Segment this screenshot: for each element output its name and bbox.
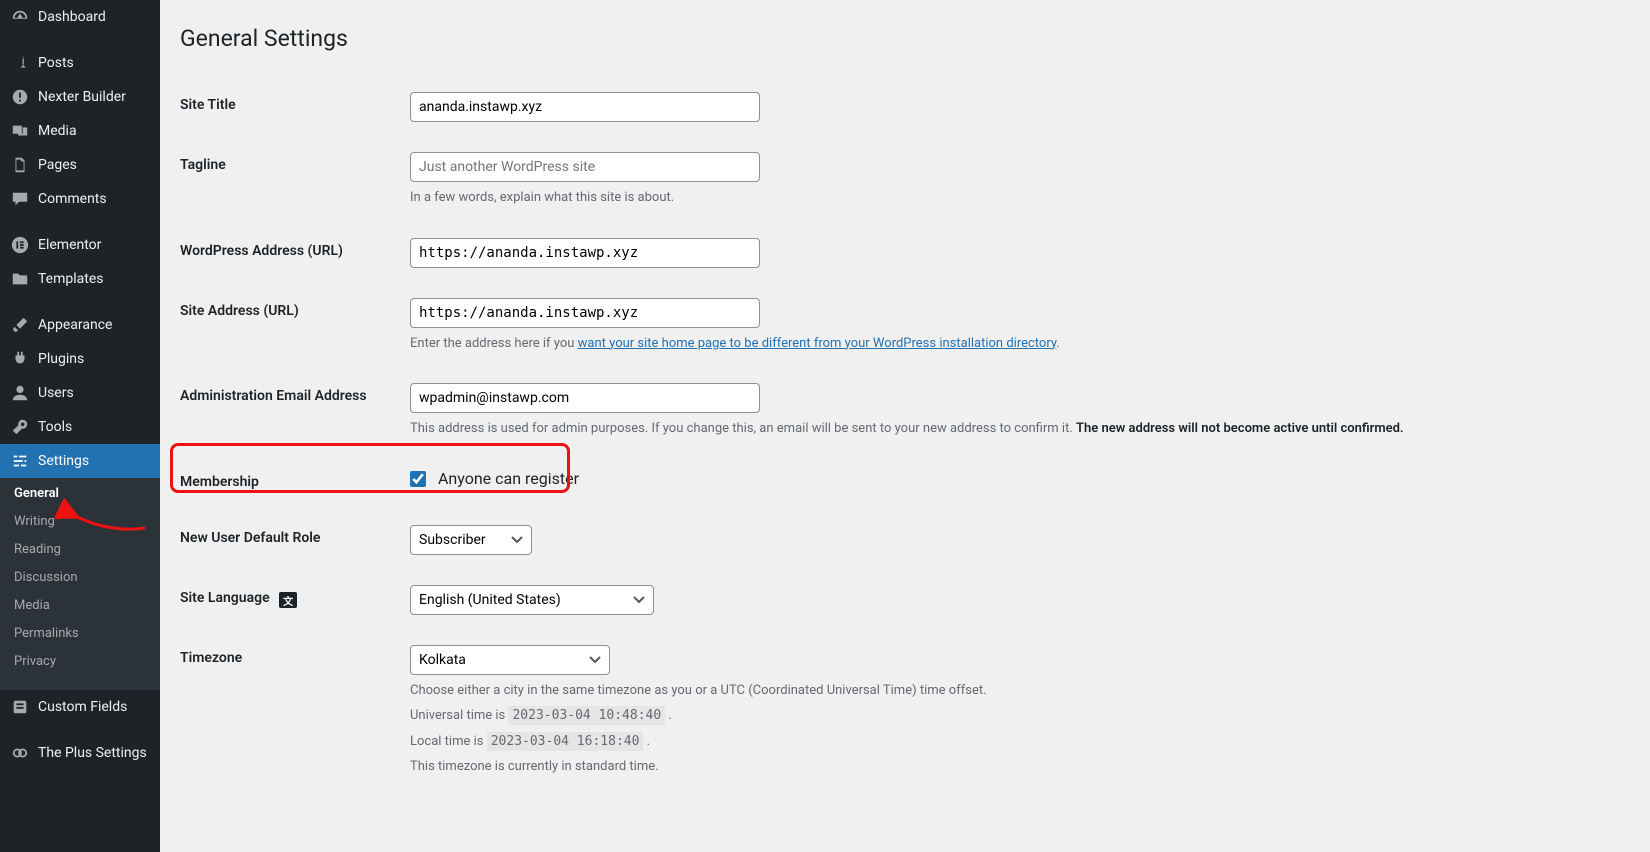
submenu-item-media[interactable]: Media	[0, 598, 160, 626]
row-site-title: Site Title	[180, 77, 1630, 137]
sidebar-item-label: Posts	[38, 55, 74, 71]
sliders-icon	[10, 451, 30, 471]
label-membership: Membership	[180, 454, 400, 510]
sidebar-item-label: Settings	[38, 453, 89, 469]
sidebar-item-nexter-builder[interactable]: Nexter Builder	[0, 80, 160, 114]
link-site-address-help[interactable]: want your site home page to be different…	[578, 336, 1057, 351]
sidebar-item-elementor[interactable]: Elementor	[0, 228, 160, 262]
user-icon	[10, 383, 30, 403]
comment-icon	[10, 189, 30, 209]
desc-universal-time: Universal time is 2023-03-04 10:48:40 .	[410, 706, 1620, 726]
sidebar-item-label: Custom Fields	[38, 699, 127, 715]
checkbox-anyone-can-register-wrap[interactable]: Anyone can register	[410, 469, 579, 488]
input-wp-address[interactable]	[410, 238, 760, 268]
sidebar-item-label: Plugins	[38, 351, 84, 367]
label-admin-email: Administration Email Address	[180, 368, 400, 454]
submenu-item-privacy[interactable]: Privacy	[0, 654, 160, 682]
sidebar-item-label: Comments	[38, 191, 107, 207]
sidebar-item-label: Appearance	[38, 317, 112, 333]
label-timezone: Timezone	[180, 630, 400, 792]
label-default-role: New User Default Role	[180, 510, 400, 570]
row-timezone: Timezone Kolkata Choose either a city in…	[180, 630, 1630, 792]
folder-icon	[10, 269, 30, 289]
sidebar-item-appearance[interactable]: Appearance	[0, 308, 160, 342]
label-site-title: Site Title	[180, 77, 400, 137]
input-site-address[interactable]	[410, 298, 760, 328]
select-default-role[interactable]: Subscriber	[410, 525, 532, 555]
sidebar-item-label: Dashboard	[38, 9, 106, 25]
sidebar-item-templates[interactable]: Templates	[0, 262, 160, 296]
sidebar-item-dashboard[interactable]: Dashboard	[0, 0, 160, 34]
sidebar-item-custom-fields[interactable]: Custom Fields	[0, 690, 160, 724]
elementor-icon	[10, 235, 30, 255]
row-admin-email: Administration Email Address This addres…	[180, 368, 1630, 454]
row-wp-address: WordPress Address (URL)	[180, 223, 1630, 283]
dashboard-icon	[10, 7, 30, 27]
label-wp-address: WordPress Address (URL)	[180, 223, 400, 283]
label-tagline: Tagline	[180, 137, 400, 223]
sidebar-item-label: Pages	[38, 157, 77, 173]
sidebar-item-the-plus-settings[interactable]: The Plus Settings	[0, 736, 160, 770]
submenu-item-permalinks[interactable]: Permalinks	[0, 626, 160, 654]
label-site-address: Site Address (URL)	[180, 283, 400, 369]
box-icon	[10, 697, 30, 717]
wrench-icon	[10, 417, 30, 437]
plus-icon	[10, 743, 30, 763]
sidebar-item-users[interactable]: Users	[0, 376, 160, 410]
sidebar-item-label: Users	[38, 385, 74, 401]
label-site-language: Site Language 文	[180, 570, 400, 630]
sidebar-item-plugins[interactable]: Plugins	[0, 342, 160, 376]
submenu-item-writing[interactable]: Writing	[0, 514, 160, 542]
submenu-item-reading[interactable]: Reading	[0, 542, 160, 570]
row-site-address: Site Address (URL) Enter the address her…	[180, 283, 1630, 369]
row-membership: Membership Anyone can register	[180, 454, 1630, 510]
sidebar-item-label: Media	[38, 123, 77, 139]
page-title: General Settings	[180, 25, 1630, 52]
sidebar-item-label: The Plus Settings	[38, 745, 147, 761]
row-tagline: Tagline In a few words, explain what thi…	[180, 137, 1630, 223]
sidebar-item-label: Tools	[38, 419, 72, 435]
sidebar-item-pages[interactable]: Pages	[0, 148, 160, 182]
select-timezone[interactable]: Kolkata	[410, 645, 610, 675]
bang-icon	[10, 87, 30, 107]
sidebar-item-label: Templates	[38, 271, 104, 287]
admin-sidebar: Dashboard Posts Nexter Builder Media Pages Co…	[0, 0, 160, 852]
submenu-item-general[interactable]: General	[0, 486, 160, 514]
input-site-title[interactable]	[410, 92, 760, 122]
row-default-role: New User Default Role Subscriber	[180, 510, 1630, 570]
input-admin-email[interactable]	[410, 383, 760, 413]
checkbox-anyone-can-register[interactable]	[410, 471, 426, 487]
desc-timezone: Choose either a city in the same timezon…	[410, 681, 1620, 701]
desc-tagline: In a few words, explain what this site i…	[410, 188, 1620, 208]
page-icon	[10, 155, 30, 175]
sidebar-item-label: Nexter Builder	[38, 89, 126, 105]
sidebar-item-media[interactable]: Media	[0, 114, 160, 148]
translate-icon: 文	[279, 592, 297, 608]
input-tagline[interactable]	[410, 152, 760, 182]
desc-local-time: Local time is 2023-03-04 16:18:40 .	[410, 732, 1620, 752]
media-icon	[10, 121, 30, 141]
desc-admin-email: This address is used for admin purposes.…	[410, 419, 1620, 439]
row-site-language: Site Language 文 English (United States)	[180, 570, 1630, 630]
plug-icon	[10, 349, 30, 369]
sidebar-item-tools[interactable]: Tools	[0, 410, 160, 444]
pin-icon	[10, 53, 30, 73]
brush-icon	[10, 315, 30, 335]
submenu-item-discussion[interactable]: Discussion	[0, 570, 160, 598]
desc-site-address: Enter the address here if you want your …	[410, 334, 1620, 354]
sidebar-item-comments[interactable]: Comments	[0, 182, 160, 216]
select-site-language[interactable]: English (United States)	[410, 585, 654, 615]
settings-general-page: General Settings Site Title Tagline In a…	[160, 0, 1650, 852]
sidebar-item-settings[interactable]: Settings	[0, 444, 160, 478]
sidebar-item-label: Elementor	[38, 237, 101, 253]
sidebar-item-posts[interactable]: Posts	[0, 46, 160, 80]
desc-timezone-dst: This timezone is currently in standard t…	[410, 757, 1620, 777]
